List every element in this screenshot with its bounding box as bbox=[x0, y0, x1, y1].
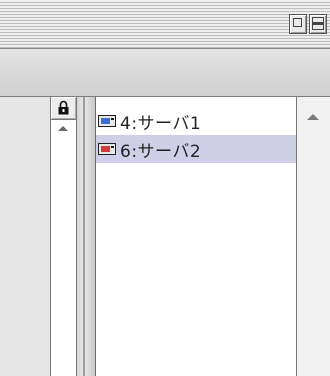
panel-splitter[interactable] bbox=[77, 97, 96, 376]
left-panel bbox=[0, 97, 50, 376]
zoom-button[interactable] bbox=[289, 14, 307, 34]
window-titlebar[interactable] bbox=[0, 0, 330, 49]
collapse-button[interactable] bbox=[309, 14, 327, 34]
server-icon bbox=[98, 143, 116, 155]
collapse-icon bbox=[312, 17, 324, 24]
list-item-label: 6:サーバ2 bbox=[120, 141, 202, 162]
list-item-selected[interactable]: 6:サーバ2 bbox=[96, 135, 296, 163]
lock-button[interactable] bbox=[51, 97, 76, 120]
left-scrollbar[interactable] bbox=[50, 97, 77, 376]
list-item-label: 4:サーバ1 bbox=[120, 113, 202, 134]
right-scrollbar[interactable] bbox=[296, 97, 330, 376]
toolbar bbox=[0, 49, 330, 97]
server-list[interactable]: 4:サーバ1 6:サーバ2 bbox=[96, 97, 296, 376]
list-item[interactable]: 4:サーバ1 bbox=[96, 107, 296, 135]
lock-icon bbox=[58, 100, 69, 115]
chevron-up-icon[interactable] bbox=[307, 114, 319, 120]
server-icon bbox=[98, 115, 116, 127]
zoom-icon bbox=[293, 18, 302, 27]
chevron-up-icon[interactable] bbox=[58, 126, 68, 131]
